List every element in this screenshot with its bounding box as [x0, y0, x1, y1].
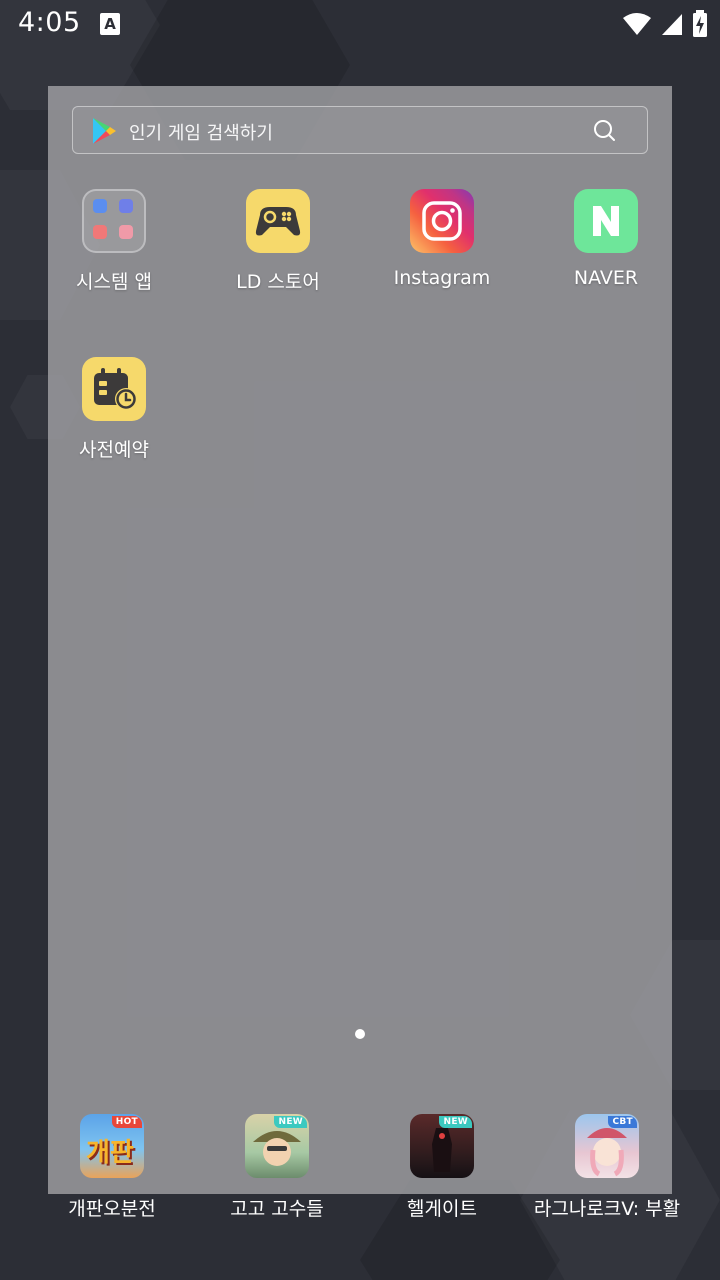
wifi-icon — [623, 13, 651, 35]
cell-signal-icon — [662, 14, 682, 35]
battery-charging-icon — [693, 10, 707, 37]
app-naver[interactable]: NAVER — [531, 189, 681, 289]
dock-label: 개판오분전 — [68, 1198, 156, 1220]
search-placeholder: 인기 게임 검색하기 — [129, 123, 273, 144]
folder-icon — [82, 189, 146, 253]
page-indicator — [355, 1029, 365, 1039]
status-time: 4:05 — [18, 7, 81, 38]
app-pre-registration[interactable]: 사전예약 — [39, 357, 189, 462]
calendar-clock-icon — [82, 357, 146, 421]
app-label: 시스템 앱 — [76, 271, 152, 293]
gogo-game-icon: NEW — [245, 1114, 309, 1178]
dock-app-gogo[interactable]: NEW 고고 고수들 — [192, 1114, 362, 1221]
status-icons — [622, 10, 708, 38]
instagram-icon — [410, 189, 474, 253]
search-bar[interactable]: 인기 게임 검색하기 — [72, 106, 648, 154]
app-ld-store[interactable]: LD 스토어 — [203, 189, 353, 294]
gamepad-icon — [246, 189, 310, 253]
search-icon[interactable] — [593, 119, 617, 143]
new-badge: NEW — [439, 1116, 472, 1128]
app-label: LD 스토어 — [236, 271, 320, 293]
cbt-badge: CBT — [608, 1116, 637, 1128]
dock-app-gaepan[interactable]: 개판 HOT 개판오분전 — [27, 1114, 197, 1221]
app-system-apps[interactable]: 시스템 앱 — [39, 189, 189, 294]
new-badge: NEW — [274, 1116, 307, 1128]
dock-label: 라그나로크V: 부활 — [533, 1198, 681, 1220]
status-bar: 4:05 A — [0, 0, 720, 48]
naver-icon — [574, 189, 638, 253]
app-label: Instagram — [393, 267, 491, 289]
dock-app-ragnarok[interactable]: CBT 라그나로크V: 부활 — [522, 1114, 692, 1221]
play-store-icon — [93, 118, 116, 144]
dock-label: 고고 고수들 — [230, 1198, 324, 1220]
app-instagram[interactable]: Instagram — [367, 189, 517, 289]
hot-badge: HOT — [111, 1116, 142, 1128]
dock-app-hellgate[interactable]: NEW 헬게이트 — [357, 1114, 527, 1221]
app-label: NAVER — [573, 267, 639, 289]
app-label: 사전예약 — [79, 439, 149, 461]
hellgate-game-icon: NEW — [410, 1114, 474, 1178]
ragnarok-game-icon: CBT — [575, 1114, 639, 1178]
dock-label: 헬게이트 — [407, 1198, 477, 1220]
gaepan-game-icon: 개판 HOT — [80, 1114, 144, 1178]
game-art-text: 개판 — [86, 1138, 134, 1168]
a-box-icon: A — [100, 13, 120, 35]
